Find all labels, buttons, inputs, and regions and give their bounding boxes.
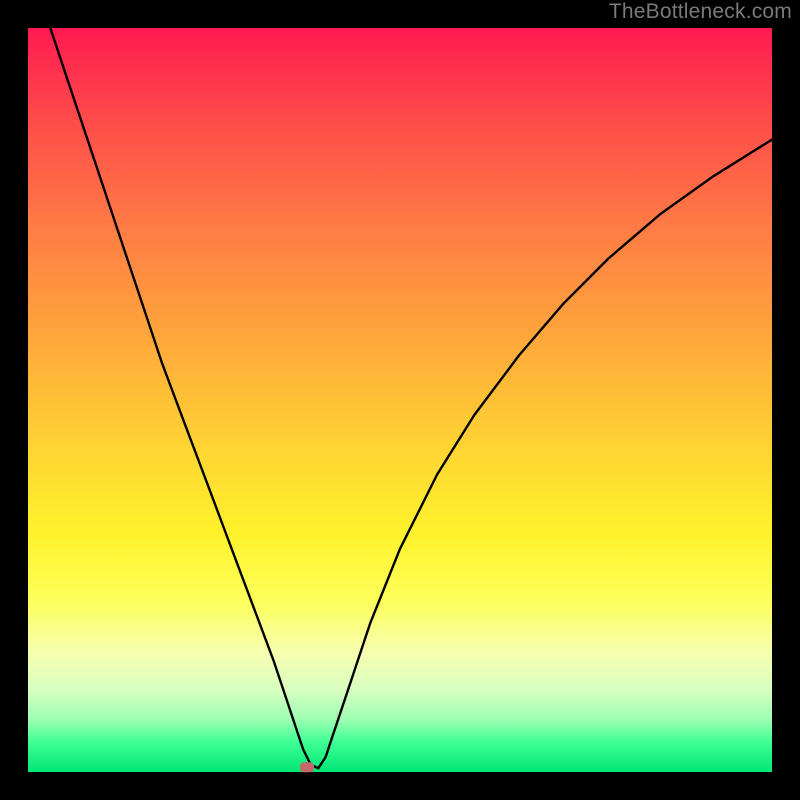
chart-frame: TheBottleneck.com xyxy=(0,0,800,800)
curve-layer xyxy=(28,28,772,772)
optimum-marker xyxy=(300,762,314,772)
bottleneck-curve xyxy=(50,28,772,768)
plot-area xyxy=(28,28,772,772)
watermark-text: TheBottleneck.com xyxy=(609,0,792,24)
